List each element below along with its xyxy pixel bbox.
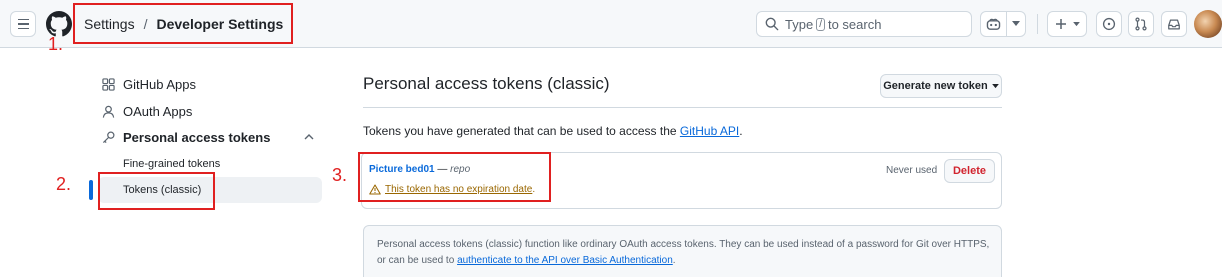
chevron-up-icon[interactable] — [303, 133, 315, 141]
page-title: Personal access tokens (classic) — [363, 74, 610, 93]
header-divider — [1037, 14, 1038, 34]
inbox-button[interactable] — [1161, 11, 1187, 37]
sidebar-active-marker — [89, 180, 93, 200]
annotation-label-1: 1. — [48, 34, 64, 54]
copilot-button[interactable] — [980, 11, 1007, 37]
inbox-icon — [1168, 19, 1180, 29]
sidebar-item-label: OAuth Apps — [123, 104, 193, 119]
github-api-link[interactable]: GitHub API — [680, 124, 739, 138]
description-text: Tokens you have generated that can be us… — [363, 124, 680, 138]
plus-icon — [1055, 19, 1066, 29]
basic-auth-link[interactable]: authenticate to the API over Basic Authe… — [457, 255, 673, 266]
sidebar-item-label: GitHub Apps — [123, 77, 196, 92]
avatar[interactable] — [1194, 10, 1222, 38]
git-pull-request-icon — [1135, 17, 1147, 31]
key-icon — [102, 131, 115, 144]
info-text: Personal access tokens (classic) functio… — [377, 237, 997, 269]
annotation-label-3: 3. — [332, 165, 348, 185]
sidebar-item-personal-access-tokens[interactable]: Personal access tokens — [102, 130, 270, 145]
search-placeholder-prefix: Type — [785, 16, 814, 32]
search-icon — [765, 17, 779, 31]
sidebar-item-github-apps[interactable]: GitHub Apps — [102, 77, 196, 92]
issues-button[interactable] — [1096, 11, 1122, 37]
annotation-box-2 — [98, 172, 215, 210]
description-end: . — [739, 124, 743, 138]
person-icon — [102, 105, 115, 118]
delete-token-button[interactable]: Delete — [944, 159, 995, 183]
tokens-description: Tokens you have generated that can be us… — [363, 124, 743, 138]
sidebar-subitem-fine-grained-tokens[interactable]: Fine-grained tokens — [123, 158, 220, 170]
search-input[interactable]: Type / to search — [756, 11, 972, 37]
menu-icon[interactable] — [10, 11, 36, 37]
annotation-box-3 — [358, 152, 551, 202]
copilot-dropdown-button[interactable] — [1006, 11, 1026, 37]
triangle-down-icon — [1012, 21, 1020, 26]
triangle-down-icon — [991, 83, 999, 88]
pull-requests-button[interactable] — [1128, 11, 1154, 37]
sidebar-item-label: Personal access tokens — [123, 130, 271, 145]
search-placeholder-suffix: to search — [827, 16, 882, 32]
apps-icon — [102, 78, 115, 91]
annotation-label-2: 2. — [56, 174, 72, 194]
title-divider — [363, 107, 1002, 108]
sidebar-item-oauth-apps[interactable]: OAuth Apps — [102, 104, 192, 119]
generate-new-token-button[interactable]: Generate new token — [880, 74, 1002, 98]
generate-new-token-label: Generate new token — [883, 80, 988, 92]
search-shortcut-key: / — [816, 17, 825, 31]
issue-opened-icon — [1102, 17, 1116, 31]
triangle-down-icon — [1072, 21, 1080, 26]
token-last-used: Never used — [886, 165, 938, 176]
create-new-button[interactable] — [1047, 11, 1087, 37]
info-end: . — [672, 255, 676, 266]
annotation-box-1 — [73, 3, 293, 44]
copilot-icon — [986, 18, 1001, 30]
